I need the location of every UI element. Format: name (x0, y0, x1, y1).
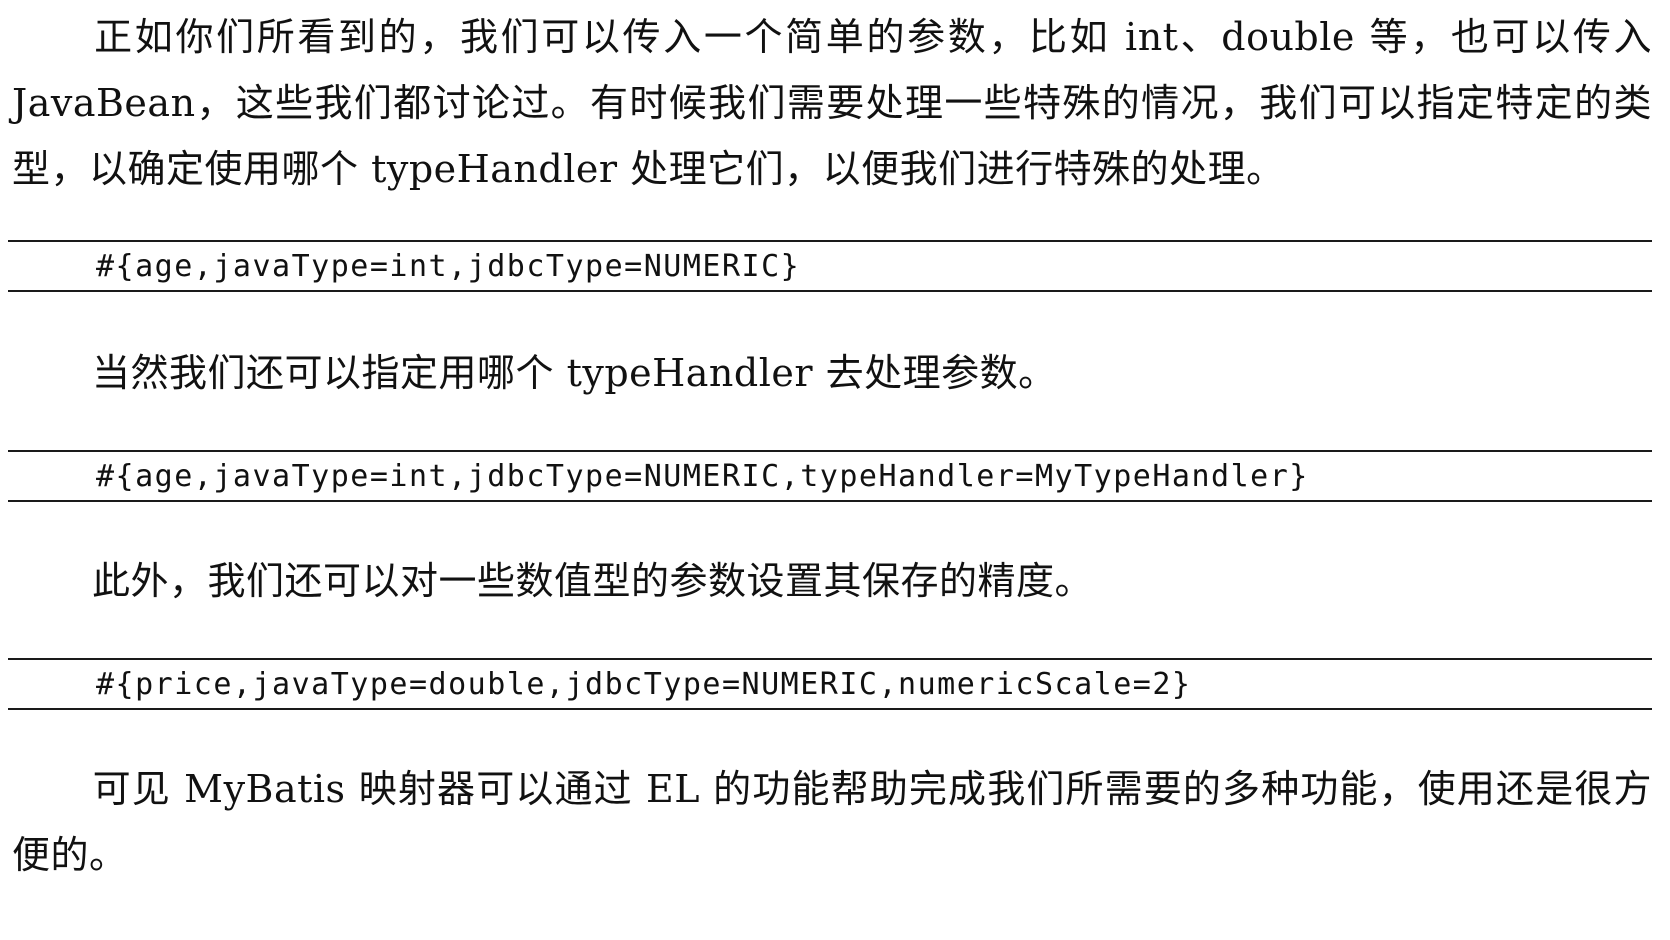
paragraph-typehandler-text: 当然我们还可以指定用哪个 typeHandler 去处理参数。 (92, 351, 1057, 395)
code-block-3: #{price,javaType=double,jdbcType=NUMERIC… (8, 658, 1652, 710)
paragraph-precision: 此外，我们还可以对一些数值型的参数设置其保存的精度。 (12, 548, 1652, 614)
paragraph-conclusion-text: 可见 MyBatis 映射器可以通过 EL 的功能帮助完成我们所需要的多种功能，… (12, 767, 1652, 877)
code-block-1: #{age,javaType=int,jdbcType=NUMERIC} (8, 240, 1652, 292)
paragraph-conclusion: 可见 MyBatis 映射器可以通过 EL 的功能帮助完成我们所需要的多种功能，… (12, 756, 1652, 888)
code-block-2: #{age,javaType=int,jdbcType=NUMERIC,type… (8, 450, 1652, 502)
paragraph-intro-text: 正如你们所看到的，我们可以传入一个简单的参数，比如 int、double 等，也… (12, 15, 1652, 191)
paragraph-precision-text: 此外，我们还可以对一些数值型的参数设置其保存的精度。 (92, 559, 1094, 603)
code-line-3: #{price,javaType=double,jdbcType=NUMERIC… (96, 667, 1192, 702)
document-page: 正如你们所看到的，我们可以传入一个简单的参数，比如 int、double 等，也… (0, 0, 1670, 940)
paragraph-typehandler: 当然我们还可以指定用哪个 typeHandler 去处理参数。 (12, 340, 1652, 406)
code-line-1: #{age,javaType=int,jdbcType=NUMERIC} (96, 249, 801, 284)
paragraph-intro: 正如你们所看到的，我们可以传入一个简单的参数，比如 int、double 等，也… (12, 4, 1652, 202)
code-line-2: #{age,javaType=int,jdbcType=NUMERIC,type… (96, 459, 1309, 494)
